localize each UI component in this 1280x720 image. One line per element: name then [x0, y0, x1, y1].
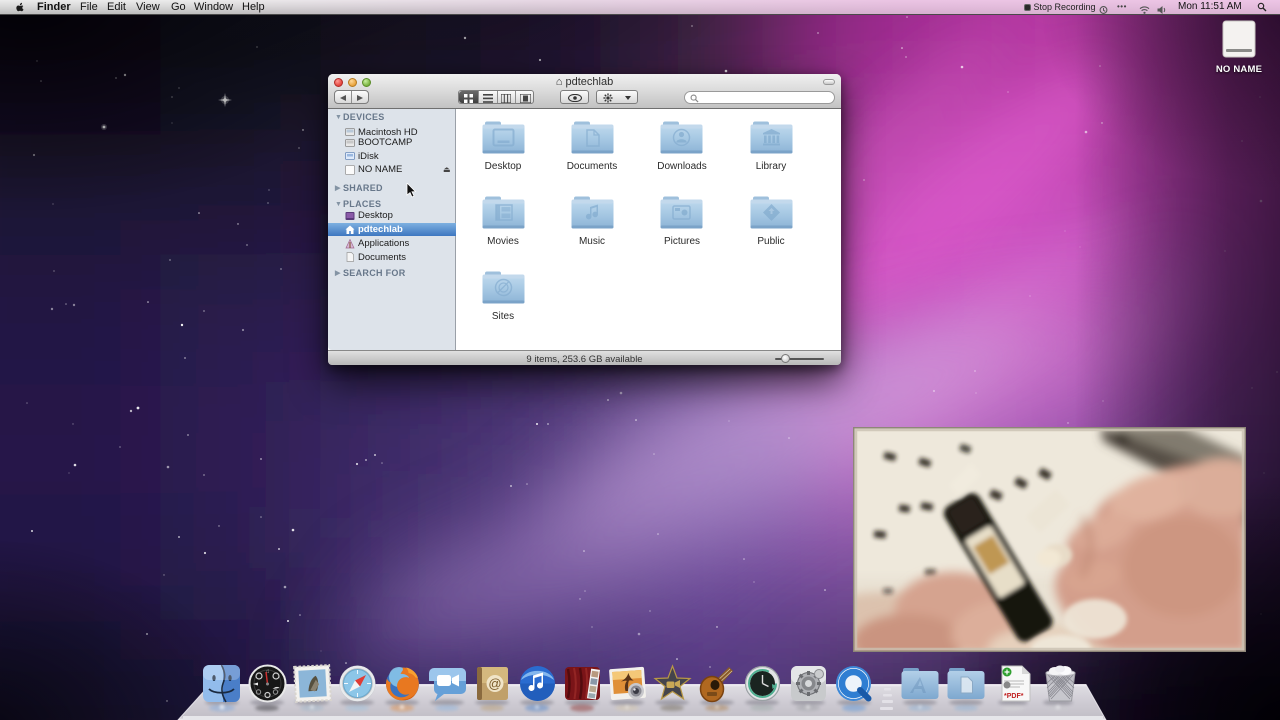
svg-text:@: @ — [488, 676, 501, 691]
svg-text:*PDF*: *PDF* — [1004, 693, 1024, 700]
